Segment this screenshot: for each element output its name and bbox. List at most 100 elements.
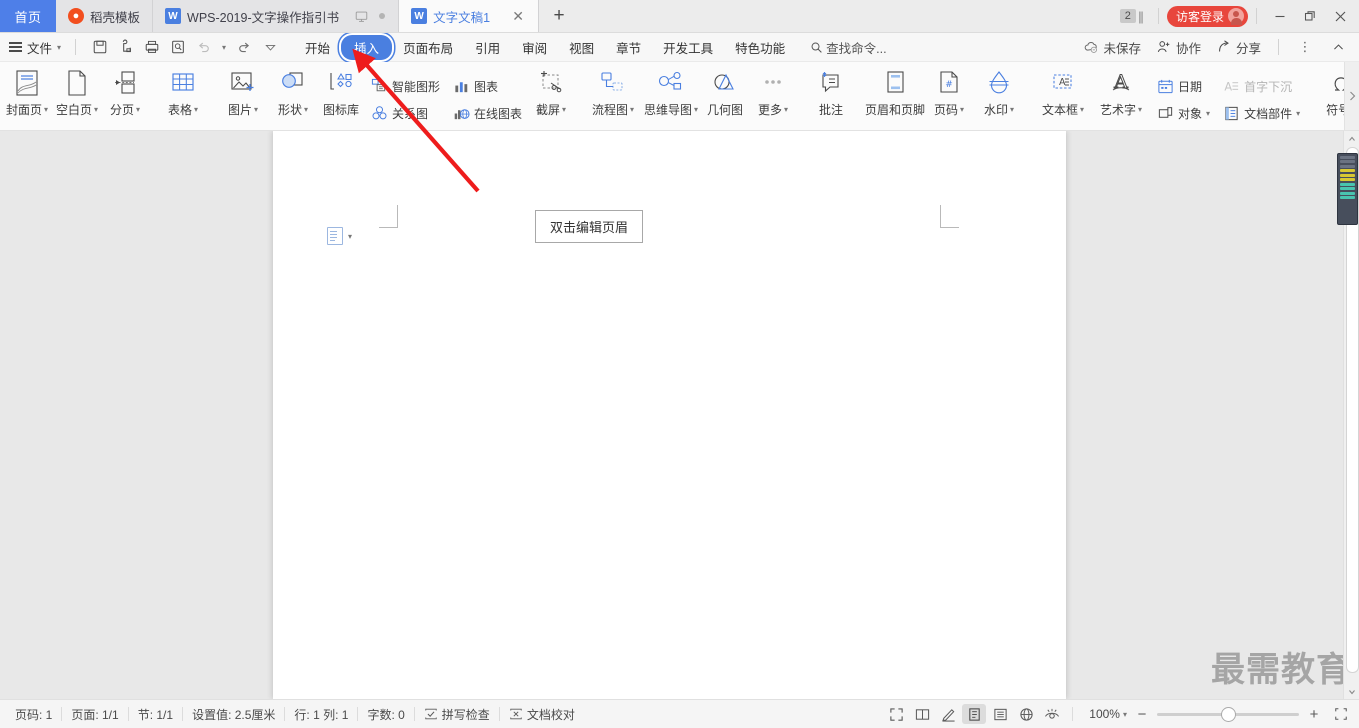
tab-view[interactable]: 视图	[558, 36, 605, 59]
guest-login-button[interactable]: 访客登录	[1166, 5, 1248, 27]
chevron-down-icon[interactable]: ▾	[348, 232, 352, 241]
zoom-slider[interactable]	[1157, 707, 1299, 722]
blank-page-button[interactable]: 空白页 ▾	[52, 62, 102, 130]
fullscreen-view-icon[interactable]	[884, 704, 908, 724]
tab-daoke-template[interactable]: ● 稻壳模板	[56, 0, 154, 32]
chevron-up-icon[interactable]	[1323, 32, 1353, 62]
share-button[interactable]: 分享	[1210, 38, 1267, 57]
tab-count-badge[interactable]: 2	[1119, 9, 1136, 23]
two-page-view-icon[interactable]	[910, 704, 934, 724]
unsaved-status-button[interactable]: 未保存	[1077, 38, 1147, 57]
tab-start[interactable]: 开始	[294, 36, 341, 59]
more-vertical-icon[interactable]: ⋮	[1290, 32, 1320, 62]
edit-pen-icon[interactable]	[936, 704, 960, 724]
collaborate-button[interactable]: 协作	[1150, 38, 1207, 57]
icon-library-button[interactable]: 图标库	[318, 62, 364, 130]
shape-button[interactable]: 形状 ▾	[268, 62, 318, 130]
undo-dropdown-icon[interactable]: ▾	[218, 36, 230, 58]
drop-cap-button[interactable]: A 首字下沉	[1218, 76, 1304, 97]
svg-text:#: #	[945, 80, 953, 90]
status-word-count[interactable]: 字数: 0	[358, 706, 413, 723]
status-row-column[interactable]: 行: 1 列: 1	[285, 706, 357, 723]
status-doc-proof[interactable]: 文档校对	[500, 706, 584, 723]
watermark-button[interactable]: 水印 ▾	[974, 62, 1024, 130]
chevron-down-icon: ▾	[784, 105, 789, 114]
save-as-cloud-icon[interactable]	[114, 36, 138, 58]
header-footer-button[interactable]: 页眉和页脚	[865, 62, 925, 130]
home-tab[interactable]: 首页	[0, 0, 56, 32]
customize-qat-icon[interactable]	[258, 36, 282, 58]
tab-section[interactable]: 章节	[605, 36, 652, 59]
zoom-slider-knob[interactable]	[1221, 707, 1236, 722]
tab-page-layout[interactable]: 页面布局	[392, 36, 464, 59]
picture-icon	[229, 68, 257, 98]
status-section[interactable]: 节: 1/1	[129, 706, 182, 723]
new-tab-button[interactable]: +	[539, 0, 579, 32]
flowchart-button[interactable]: 流程图 ▾	[584, 62, 642, 130]
web-view-icon[interactable]	[1014, 704, 1038, 724]
tab-grip-icon[interactable]: |||	[1138, 9, 1144, 24]
cover-page-label: 封面页	[5, 103, 42, 117]
minimize-button[interactable]	[1265, 1, 1295, 31]
online-chart-button[interactable]: 在线图表	[448, 103, 526, 124]
smart-art-button[interactable]: 智能图形	[366, 76, 444, 97]
date-button[interactable]: 日期	[1152, 76, 1214, 97]
tab-wenzi-wengao-1[interactable]: W 文字文稿1 ✕	[399, 0, 540, 32]
close-button[interactable]	[1325, 1, 1355, 31]
date-label: 日期	[1178, 79, 1203, 94]
cover-page-button[interactable]: 封面页 ▾	[2, 62, 52, 130]
scroll-up-icon[interactable]	[1344, 131, 1359, 146]
page-number-button[interactable]: # 页码 ▾	[924, 62, 974, 130]
ribbon-overflow-button[interactable]	[1344, 62, 1359, 130]
chart-button[interactable]: 图表	[448, 76, 526, 97]
more-diagrams-button[interactable]: 更多 ▾	[750, 62, 796, 130]
save-icon[interactable]	[88, 36, 112, 58]
undo-icon[interactable]	[192, 36, 216, 58]
relation-chart-button[interactable]: 关系图	[366, 103, 444, 124]
table-button[interactable]: 表格 ▾	[158, 62, 208, 130]
zoom-level-button[interactable]: 100% ▾	[1089, 707, 1127, 721]
scroll-down-icon[interactable]	[1344, 684, 1359, 699]
ribbon-group-date-object: 日期 对象 ▾	[1150, 62, 1216, 130]
tab-review[interactable]: 审阅	[511, 36, 558, 59]
text-box-button[interactable]: A 文本框 ▾	[1034, 62, 1092, 130]
outline-view-icon[interactable]	[988, 704, 1012, 724]
eye-protection-icon[interactable]	[1040, 704, 1064, 724]
header-edit-tooltip[interactable]: 双击编辑页眉	[535, 210, 644, 243]
scrollbar-thumb[interactable]	[1346, 147, 1359, 673]
page-setup-control[interactable]: ▾	[327, 227, 352, 245]
screenshot-button[interactable]: 截屏 ▾	[528, 62, 574, 130]
status-setting-value[interactable]: 设置值: 2.5厘米	[183, 706, 284, 723]
vertical-scrollbar[interactable]	[1337, 131, 1359, 699]
redo-icon[interactable]	[232, 36, 256, 58]
comment-button[interactable]: 批注	[806, 62, 856, 130]
object-button[interactable]: 对象 ▾	[1152, 103, 1214, 124]
document-canvas[interactable]: ▾ 双击编辑页眉 最需教育	[0, 131, 1359, 699]
tab-label: 特色功能	[735, 41, 786, 56]
fit-page-icon[interactable]	[1329, 704, 1353, 724]
tab-close-icon[interactable]: ✕	[510, 9, 526, 23]
file-menu-button[interactable]: 文件 ▾	[0, 38, 67, 57]
document-page[interactable]: ▾ 双击编辑页眉	[273, 131, 1066, 699]
print-preview-icon[interactable]	[166, 36, 190, 58]
status-spell-check[interactable]: 拼写检查	[415, 706, 499, 723]
page-break-button[interactable]: 分页 ▾	[102, 62, 148, 130]
find-command-box[interactable]: 查找命令...	[810, 38, 887, 57]
geometry-button[interactable]: 几何图	[700, 62, 750, 130]
tab-special-features[interactable]: 特色功能	[724, 36, 796, 59]
page-layout-view-icon[interactable]	[962, 704, 987, 724]
word-art-button[interactable]: A 艺术字 ▾	[1092, 62, 1150, 130]
tab-references[interactable]: 引用	[464, 36, 511, 59]
print-icon[interactable]	[140, 36, 164, 58]
restore-button[interactable]	[1295, 1, 1325, 31]
picture-button[interactable]: 图片 ▾	[218, 62, 268, 130]
tab-wps-guide[interactable]: W WPS-2019-文字操作指引书	[153, 0, 400, 32]
tab-developer-tools[interactable]: 开发工具	[652, 36, 724, 59]
doc-parts-button[interactable]: 文档部件 ▾	[1218, 103, 1304, 124]
status-page-count[interactable]: 页面: 1/1	[62, 706, 127, 723]
status-page-number[interactable]: 页码: 1	[6, 706, 61, 723]
zoom-in-button[interactable]: +	[1306, 706, 1322, 723]
tab-insert[interactable]: 插入	[341, 34, 393, 60]
mindmap-button[interactable]: 思维导图 ▾	[642, 62, 700, 130]
zoom-out-button[interactable]: −	[1134, 706, 1150, 723]
